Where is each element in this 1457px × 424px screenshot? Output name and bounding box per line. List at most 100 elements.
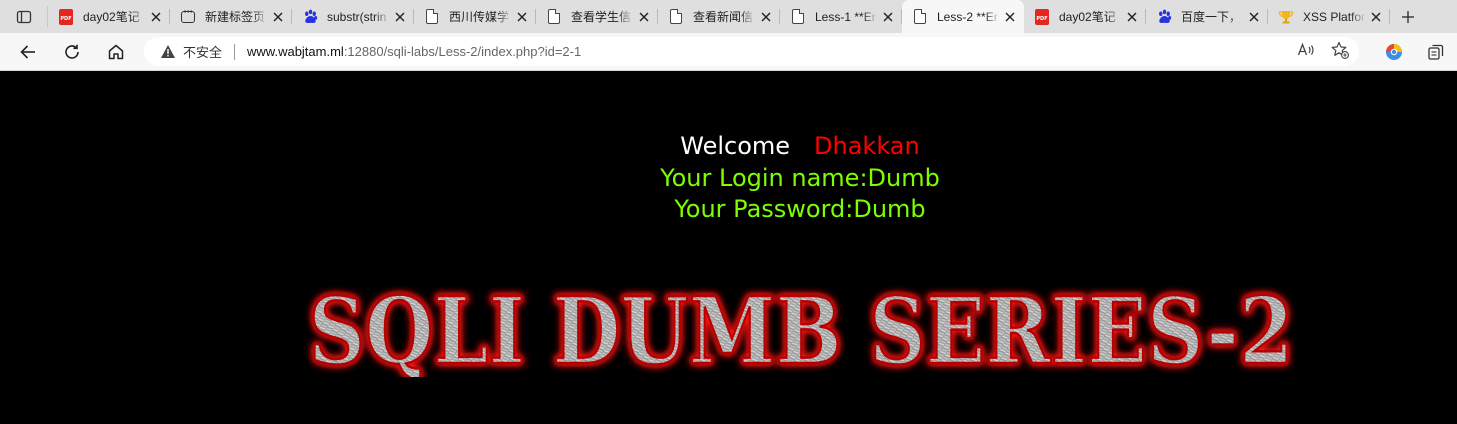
tab-favicon — [912, 9, 928, 25]
tab[interactable]: Less-1 **Er — [780, 0, 902, 33]
tab-favicon — [1156, 9, 1172, 25]
tab-title: Less-2 **Er — [937, 9, 998, 24]
tab-favicon — [302, 9, 318, 25]
tab-actions-button[interactable] — [0, 6, 48, 27]
tab-title: 西川传媒学 — [449, 10, 510, 24]
page-icon — [792, 9, 804, 24]
home-icon — [108, 44, 124, 59]
password-text: Your Password:Dumb — [674, 195, 926, 223]
close-icon — [761, 12, 771, 21]
close-icon — [1127, 12, 1137, 21]
extension-button[interactable] — [1373, 33, 1415, 71]
page-icon — [914, 9, 926, 24]
welcome-line: Welcome Dhakkan — [0, 130, 1457, 162]
close-icon — [1371, 12, 1381, 21]
sqli-banner-image: SQLI DUMB SERIES-2 — [307, 277, 1295, 377]
tab-close-button[interactable] — [880, 9, 896, 25]
newtab-icon — [181, 8, 195, 23]
tab-close-button[interactable] — [514, 9, 530, 25]
page-content: Welcome Dhakkan Your Login name:Dumb Your… — [0, 72, 1457, 424]
close-icon — [639, 12, 649, 21]
tab[interactable]: substr(strin — [292, 0, 414, 33]
tab[interactable]: XSS Platfor — [1268, 0, 1390, 33]
close-icon — [1249, 12, 1259, 21]
tab-close-button[interactable] — [1368, 9, 1384, 25]
add-favorite-button[interactable] — [1331, 41, 1349, 62]
tab[interactable]: 查看新闻信 — [658, 0, 780, 33]
address-separator — [234, 43, 236, 60]
tab-favicon — [790, 9, 806, 25]
welcome-text: Welcome — [680, 132, 791, 160]
user-name-text: Dhakkan — [814, 132, 920, 160]
security-label: 不安全 — [183, 45, 223, 60]
address-actions — [1297, 37, 1349, 66]
tab-close-button[interactable] — [270, 9, 286, 25]
page-icon — [670, 9, 682, 24]
url-host: www.wabjtam.ml — [247, 44, 344, 59]
close-icon — [151, 12, 161, 21]
tab-list: day02笔记 新建标签页 substr(strin 西川传媒学 查看学生信 查看新闻信 L… — [48, 0, 1390, 33]
refresh-icon — [65, 44, 79, 59]
tab-close-button[interactable] — [758, 9, 774, 25]
back-button[interactable] — [6, 33, 50, 71]
close-icon — [517, 12, 527, 21]
tab[interactable]: day02笔记 — [48, 0, 170, 33]
plus-icon — [1402, 10, 1414, 23]
browser-toolbar: 不安全 www.wabjtam.ml:12880/sqli-labs/Less-… — [0, 33, 1457, 71]
arrow-left-icon — [20, 44, 35, 59]
tab-favicon — [180, 8, 196, 25]
tab[interactable]: 西川传媒学 — [414, 0, 536, 33]
tab-favicon — [1278, 9, 1294, 25]
trophy-icon — [1278, 10, 1294, 23]
extension-icon — [1386, 44, 1402, 60]
banner-text: SQLI DUMB SERIES-2 — [309, 277, 1294, 377]
close-icon — [273, 12, 283, 21]
tab-actions-icon — [16, 10, 31, 23]
warning-icon — [161, 45, 175, 58]
home-button[interactable] — [94, 33, 138, 71]
tab-title: day02笔记 — [83, 10, 140, 24]
tab-title: 查看新闻信 — [693, 10, 754, 24]
tab-title: day02笔记 — [1059, 10, 1116, 24]
page-icon — [426, 9, 438, 24]
baidu-icon — [1158, 9, 1171, 23]
collections-icon — [1428, 44, 1444, 60]
tab[interactable]: 查看学生信 — [536, 0, 658, 33]
url-path: :12880/sqli-labs/Less-2/index.php?id=2-1 — [343, 44, 582, 59]
tab-close-button[interactable] — [392, 9, 408, 25]
tab-close-button[interactable] — [1124, 9, 1140, 25]
tab-favicon — [58, 8, 74, 25]
new-tab-button[interactable] — [1390, 0, 1426, 33]
tab[interactable]: 百度一下， — [1146, 0, 1268, 33]
pdf-icon — [1035, 8, 1049, 25]
tab[interactable]: day02笔记 — [1024, 0, 1146, 33]
tab-favicon — [546, 9, 562, 25]
url-text[interactable]: www.wabjtam.ml:12880/sqli-labs/Less-2/in… — [247, 44, 581, 59]
refresh-button[interactable] — [50, 33, 94, 71]
read-aloud-icon — [1297, 42, 1314, 56]
tab-favicon — [424, 9, 440, 25]
address-bar[interactable]: 不安全 www.wabjtam.ml:12880/sqli-labs/Less-… — [144, 37, 1359, 66]
baidu-icon — [304, 9, 317, 23]
star-add-icon — [1331, 41, 1349, 59]
tab-active[interactable]: Less-2 **Er — [902, 0, 1024, 33]
tab-favicon — [668, 9, 684, 25]
tab-title: substr(strin — [327, 9, 387, 24]
tab-title: XSS Platfor — [1303, 9, 1366, 24]
page-icon — [548, 9, 560, 24]
collections-button[interactable] — [1415, 33, 1457, 71]
close-icon — [1005, 12, 1015, 21]
tab-close-button[interactable] — [1246, 9, 1262, 25]
tab-close-button[interactable] — [636, 9, 652, 25]
tab-close-button[interactable] — [1002, 9, 1018, 25]
close-icon — [883, 12, 893, 21]
security-warning[interactable]: 不安全 — [160, 42, 222, 61]
pdf-icon — [59, 8, 73, 25]
tab-close-button[interactable] — [148, 9, 164, 25]
tab-title: 百度一下， — [1181, 10, 1242, 24]
extension-area — [1373, 33, 1457, 71]
read-aloud-button[interactable] — [1297, 42, 1315, 61]
tab-strip: day02笔记 新建标签页 substr(strin 西川传媒学 查看学生信 查看新闻信 L… — [0, 0, 1457, 33]
close-icon — [395, 12, 405, 21]
tab[interactable]: 新建标签页 — [170, 0, 292, 33]
